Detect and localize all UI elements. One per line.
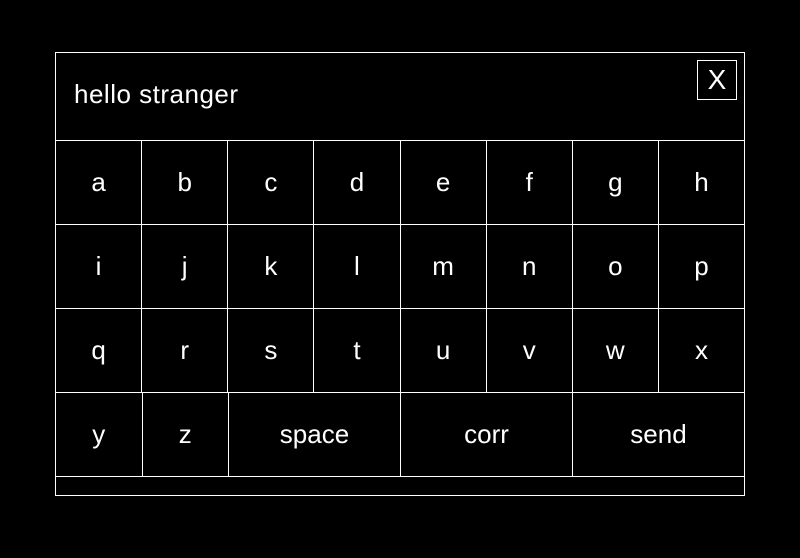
key-label: f: [526, 167, 533, 198]
close-button[interactable]: X: [697, 60, 737, 100]
key-m[interactable]: m: [401, 225, 487, 308]
key-r[interactable]: r: [142, 309, 228, 392]
key-e[interactable]: e: [401, 141, 487, 224]
key-send[interactable]: send: [573, 393, 744, 476]
key-label: e: [436, 167, 450, 198]
key-l[interactable]: l: [314, 225, 400, 308]
key-label: space: [280, 419, 349, 450]
key-corr[interactable]: corr: [401, 393, 573, 476]
key-space[interactable]: space: [229, 393, 401, 476]
key-j[interactable]: j: [142, 225, 228, 308]
key-label: corr: [464, 419, 509, 450]
key-label: j: [182, 251, 188, 282]
key-p[interactable]: p: [659, 225, 744, 308]
key-n[interactable]: n: [487, 225, 573, 308]
key-a[interactable]: a: [56, 141, 142, 224]
key-b[interactable]: b: [142, 141, 228, 224]
display-text: hello stranger: [74, 79, 239, 110]
key-w[interactable]: w: [573, 309, 659, 392]
key-label: send: [630, 419, 686, 450]
display-row: hello stranger X: [56, 53, 744, 141]
key-label: s: [264, 335, 277, 366]
key-label: p: [694, 251, 708, 282]
key-g[interactable]: g: [573, 141, 659, 224]
status-bar: [56, 477, 744, 495]
key-label: g: [608, 167, 622, 198]
key-k[interactable]: k: [228, 225, 314, 308]
key-label: a: [91, 167, 105, 198]
key-label: w: [606, 335, 625, 366]
key-label: t: [353, 335, 360, 366]
key-v[interactable]: v: [487, 309, 573, 392]
key-grid: a b c d e f g h i j k l m n o p q r s t u v w x y z space corr send: [56, 141, 744, 477]
key-label: r: [180, 335, 189, 366]
key-q[interactable]: q: [56, 309, 142, 392]
key-label: m: [432, 251, 454, 282]
key-label: h: [694, 167, 708, 198]
key-label: x: [695, 335, 708, 366]
key-u[interactable]: u: [401, 309, 487, 392]
key-label: o: [608, 251, 622, 282]
key-row: y z space corr send: [56, 393, 744, 477]
key-row: i j k l m n o p: [56, 225, 744, 309]
key-label: d: [350, 167, 364, 198]
key-o[interactable]: o: [573, 225, 659, 308]
key-label: v: [523, 335, 536, 366]
key-label: q: [91, 335, 105, 366]
key-row: q r s t u v w x: [56, 309, 744, 393]
key-y[interactable]: y: [56, 393, 143, 476]
key-s[interactable]: s: [228, 309, 314, 392]
key-label: n: [522, 251, 536, 282]
close-icon: X: [708, 64, 727, 96]
key-d[interactable]: d: [314, 141, 400, 224]
key-f[interactable]: f: [487, 141, 573, 224]
key-z[interactable]: z: [143, 393, 230, 476]
key-label: u: [436, 335, 450, 366]
key-label: z: [179, 419, 192, 450]
key-label: k: [264, 251, 277, 282]
key-label: l: [354, 251, 360, 282]
key-h[interactable]: h: [659, 141, 744, 224]
key-c[interactable]: c: [228, 141, 314, 224]
key-t[interactable]: t: [314, 309, 400, 392]
key-label: c: [264, 167, 277, 198]
key-label: b: [177, 167, 191, 198]
key-i[interactable]: i: [56, 225, 142, 308]
key-label: i: [96, 251, 102, 282]
keyboard-panel: hello stranger X a b c d e f g h i j k l m n o p q r s t u v w…: [55, 52, 745, 496]
key-label: y: [92, 419, 105, 450]
key-row: a b c d e f g h: [56, 141, 744, 225]
key-x[interactable]: x: [659, 309, 744, 392]
